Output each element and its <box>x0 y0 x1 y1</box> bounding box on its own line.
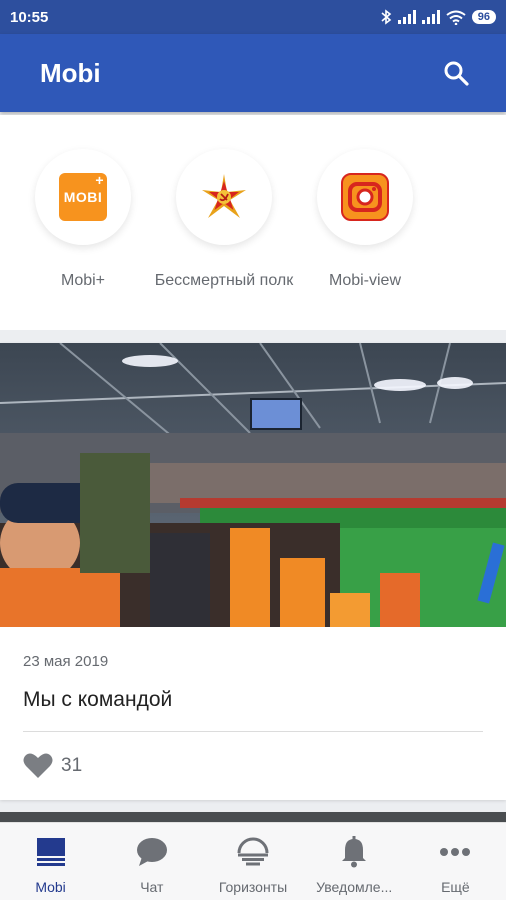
nav-item-chat[interactable]: Чат <box>101 823 202 900</box>
status-bar: 10:55 96 <box>0 0 506 34</box>
wifi-icon <box>446 10 466 25</box>
shortcuts-card: MOBI + Mobi+ Бессмертный полк Mobi-view <box>0 115 506 330</box>
nav-item-horizons[interactable]: Горизонты <box>202 823 303 900</box>
nav-item-notifications[interactable]: Уведомле... <box>304 823 405 900</box>
search-button[interactable] <box>436 53 476 93</box>
mobi-view-icon <box>341 173 389 221</box>
news-title[interactable]: Мы с командой <box>23 688 172 712</box>
like-count: 31 <box>61 754 83 776</box>
app-title: Mobi <box>40 57 101 88</box>
signal-icon <box>421 10 440 24</box>
nav-item-mobi[interactable]: Mobi <box>0 823 101 900</box>
shortcut-icon-circle[interactable] <box>317 149 413 245</box>
nav-item-more[interactable]: Ещё <box>405 823 506 900</box>
news-image[interactable] <box>0 343 506 627</box>
horizons-icon <box>236 835 270 869</box>
nav-label: Mobi <box>35 879 66 895</box>
mobi-logo-badge: + <box>95 172 104 188</box>
bell-icon <box>337 835 371 869</box>
shortcut-label: Mobi+ <box>60 272 106 289</box>
app-bar: Mobi <box>0 34 506 112</box>
battery-indicator: 96 <box>471 10 496 24</box>
mobi-plus-icon: MOBI + <box>59 172 107 221</box>
mobi-logo-text: MOBI <box>63 189 103 205</box>
shortcut-immortal-regiment[interactable]: Бессмертный полк <box>155 115 293 330</box>
shortcut-icon-circle[interactable]: MOBI + <box>35 149 131 245</box>
nav-label: Горизонты <box>218 879 288 895</box>
status-time: 10:55 <box>10 8 49 26</box>
heart-icon <box>23 753 53 778</box>
bluetooth-icon <box>381 9 392 25</box>
nav-label: Ещё <box>441 879 470 895</box>
news-date: 23 мая 2019 <box>23 653 109 670</box>
mobi-icon <box>34 835 68 869</box>
shortcut-mobi-view[interactable]: Mobi-view <box>315 115 415 330</box>
shortcut-mobi-plus[interactable]: MOBI + Mobi+ <box>33 115 133 330</box>
bottom-nav: Mobi Чат Горизонты Уведомле... Ещё <box>0 822 506 900</box>
shortcut-label: Mobi-view <box>328 272 401 289</box>
divider <box>23 731 483 732</box>
immortal-regiment-icon <box>202 174 246 218</box>
signal-icon <box>397 10 416 24</box>
chat-icon <box>135 835 169 869</box>
more-icon <box>438 835 472 869</box>
shortcut-label: Бессмертный полк <box>154 272 294 289</box>
search-icon <box>444 61 469 86</box>
like-button[interactable]: 31 <box>23 752 82 779</box>
shortcut-icon-circle[interactable] <box>176 149 272 245</box>
news-card[interactable]: 23 мая 2019 Мы с командой 31 <box>0 343 506 800</box>
nav-label: Уведомле... <box>316 879 393 895</box>
status-icons: 96 <box>380 9 496 25</box>
next-news-card[interactable] <box>0 812 506 822</box>
nav-label: Чат <box>140 879 164 895</box>
